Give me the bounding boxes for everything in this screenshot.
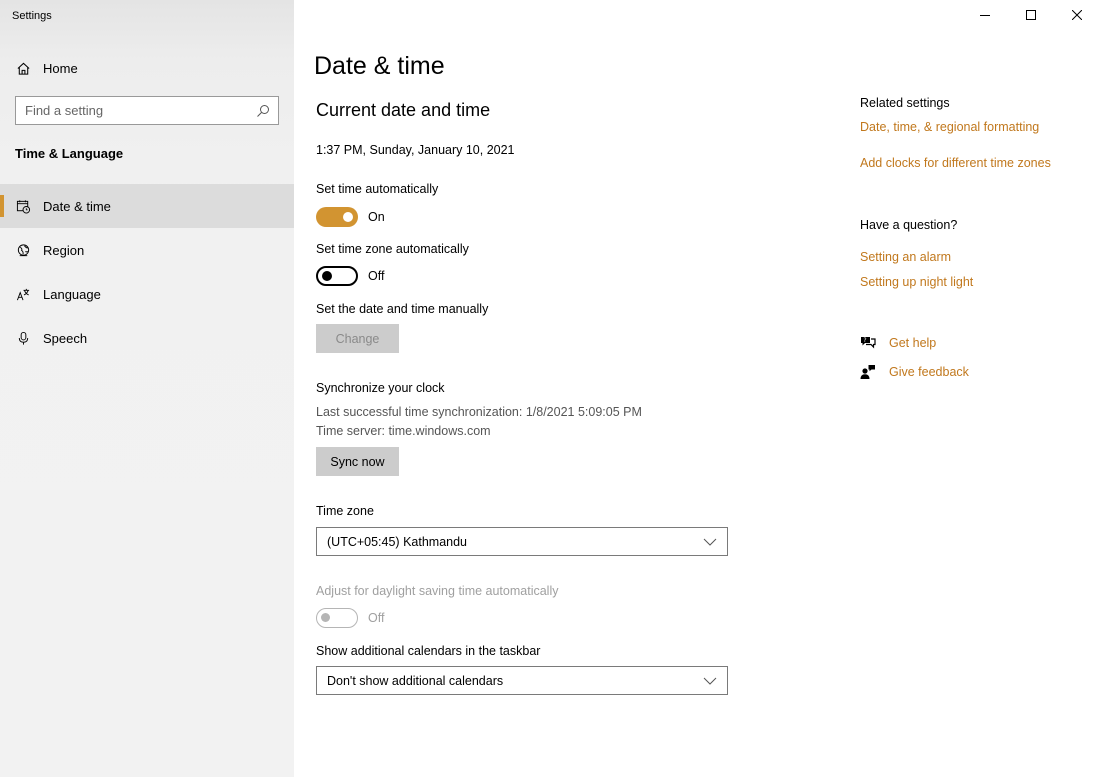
close-icon [1072,10,1082,20]
maximize-button[interactable] [1008,0,1054,30]
sidebar-item-label: Date & time [43,198,111,214]
question-header: Have a question? [860,218,958,232]
sidebar-nav: Date & time Region Language Speech [0,184,294,360]
dst-label: Adjust for daylight saving time automati… [316,584,559,598]
sync-header: Synchronize your clock [316,381,445,395]
sync-now-button[interactable]: Sync now [316,447,399,476]
time-server-text: Time server: time.windows.com [316,424,491,438]
last-sync-text: Last successful time synchronization: 1/… [316,405,642,419]
set-time-auto-label: Set time automatically [316,182,439,196]
sidebar-item-label: Region [43,242,85,258]
feedback-icon [860,364,876,380]
home-icon [15,60,31,76]
search-icon[interactable] [256,104,270,118]
set-zone-auto-toggle[interactable] [316,266,358,286]
current-datetime-value: 1:37 PM, Sunday, January 10, 2021 [316,143,515,157]
sidebar-item-label: Language [43,286,101,302]
set-time-auto-toggle[interactable] [316,207,358,227]
manual-datetime-label: Set the date and time manually [316,302,489,316]
timezone-value: (UTC+05:45) Kathmandu [327,534,468,549]
help-chat-icon: ? [860,335,876,351]
get-help-link[interactable]: ? Get help [860,335,936,351]
night-light-link[interactable]: Setting up night light [860,275,973,289]
microphone-icon [15,330,31,346]
current-datetime-header: Current date and time [316,100,491,120]
setting-alarm-link[interactable]: Setting an alarm [860,250,951,264]
sidebar-item-label: Speech [43,330,88,346]
home-nav-item[interactable]: Home [15,58,78,78]
language-icon [15,286,31,302]
timezone-select[interactable]: (UTC+05:45) Kathmandu [316,527,728,556]
app-title: Settings [12,10,52,22]
add-clocks-link[interactable]: Add clocks for different time zones [860,156,1051,170]
sidebar-item-region[interactable]: Region [0,228,294,272]
sidebar-item-speech[interactable]: Speech [0,316,294,360]
sidebar-item-date-time[interactable]: Date & time [0,184,294,228]
search-box[interactable] [15,96,279,125]
get-help-label: Get help [889,336,937,350]
set-zone-auto-state: Off [368,269,385,283]
search-input[interactable] [25,103,235,118]
calendars-value: Don't show additional calendars [327,673,504,688]
sidebar: Settings Home Time & Language Date & tim… [0,0,294,777]
change-button[interactable]: Change [316,324,399,353]
calendars-select[interactable]: Don't show additional calendars [316,666,728,695]
svg-text:?: ? [863,337,866,344]
timezone-label: Time zone [316,504,374,518]
home-label: Home [43,60,78,76]
chevron-down-icon [703,677,717,685]
minimize-icon [980,15,990,16]
set-zone-auto-label: Set time zone automatically [316,242,469,256]
give-feedback-link[interactable]: Give feedback [860,364,969,380]
dst-toggle [316,608,358,628]
calendar-clock-icon [15,198,31,214]
chevron-down-icon [703,538,717,546]
sidebar-item-language[interactable]: Language [0,272,294,316]
dst-state: Off [368,611,385,625]
globe-icon [15,242,31,258]
give-feedback-label: Give feedback [889,365,969,379]
minimize-button[interactable] [962,0,1008,30]
calendars-label: Show additional calendars in the taskbar [316,644,541,658]
page-title: Date & time [314,52,445,80]
maximize-icon [1026,10,1036,20]
set-time-auto-state: On [368,210,385,224]
related-settings-header: Related settings [860,96,950,110]
window-controls [962,0,1100,30]
section-header: Time & Language [15,146,124,161]
close-button[interactable] [1054,0,1100,30]
regional-formatting-link[interactable]: Date, time, & regional formatting [860,120,1039,134]
